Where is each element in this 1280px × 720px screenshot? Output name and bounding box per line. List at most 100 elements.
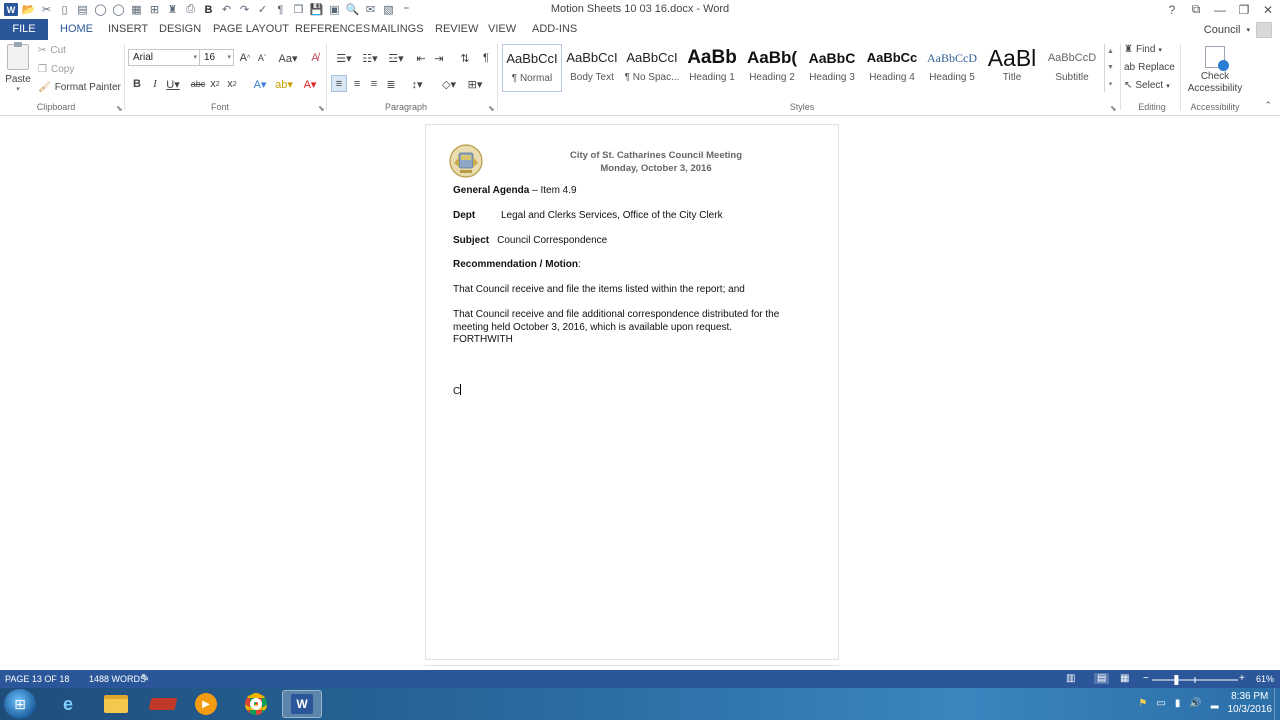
web-layout-icon[interactable]: ▦: [1120, 673, 1129, 684]
zoom-slider-thumb[interactable]: [1174, 675, 1179, 685]
chrome-icon[interactable]: [236, 690, 276, 718]
style-heading-5[interactable]: AaBbCcD Heading 5: [922, 44, 982, 92]
save-as-icon[interactable]: ▣: [327, 3, 342, 17]
select-button[interactable]: ↖ Select ▾: [1124, 80, 1170, 91]
scroll-down-icon[interactable]: ▼: [1107, 64, 1114, 71]
paste-button[interactable]: Paste ▾: [4, 42, 32, 93]
decrease-indent-icon[interactable]: ⇤: [414, 50, 428, 66]
pilcrow-icon[interactable]: ¶: [273, 3, 288, 17]
clear-formatting-icon[interactable]: A̸: [308, 50, 322, 66]
style-body-text[interactable]: AaBbCcI Body Text: [562, 44, 622, 92]
tab-add-ins[interactable]: ADD-INS: [532, 19, 577, 40]
style-normal[interactable]: AaBbCcI ¶ Normal: [502, 44, 562, 92]
redo-icon[interactable]: ↷: [237, 3, 252, 17]
clock[interactable]: 8:36 PM 10/3/2016: [1228, 690, 1273, 716]
format-painter-button[interactable]: 🖌 Format Painter: [38, 82, 121, 93]
superscript-icon[interactable]: x2: [226, 76, 238, 92]
subscript-icon[interactable]: x2: [209, 76, 221, 92]
restore-button[interactable]: ❐: [1232, 0, 1256, 19]
binoculars-icon[interactable]: ♜: [165, 3, 180, 17]
stapler-icon[interactable]: [143, 690, 183, 718]
minimize-button[interactable]: —: [1208, 0, 1232, 19]
highlight-icon[interactable]: ab▾: [274, 76, 294, 92]
battery-icon[interactable]: ▮: [1175, 698, 1181, 709]
font-name-box[interactable]: Arial ▾: [128, 49, 200, 66]
word-logo-icon[interactable]: W: [4, 3, 18, 16]
style-heading-2[interactable]: AaBb( Heading 2: [742, 44, 802, 92]
signal-icon[interactable]: ▂: [1211, 698, 1219, 709]
text-effects-icon[interactable]: A▾: [250, 76, 270, 92]
internet-explorer-icon[interactable]: e: [48, 690, 88, 718]
flag-icon[interactable]: ⚑: [1138, 698, 1147, 709]
tab-file[interactable]: FILE: [0, 19, 48, 40]
tab-view[interactable]: VIEW: [488, 19, 516, 40]
styles-launcher-icon[interactable]: ⬊: [1110, 104, 1117, 113]
tab-insert[interactable]: INSERT: [108, 19, 148, 40]
more-styles-icon[interactable]: ▾: [1109, 80, 1113, 88]
print-preview-icon[interactable]: 🔍: [345, 3, 360, 17]
zoom-slider[interactable]: [1152, 675, 1238, 685]
style-heading-1[interactable]: AaBb Heading 1: [682, 44, 742, 92]
network-icon[interactable]: ▭: [1156, 698, 1165, 709]
help-button[interactable]: ?: [1160, 0, 1184, 19]
justify-icon[interactable]: ≣: [384, 76, 398, 92]
circle-2-icon[interactable]: ◯: [111, 3, 126, 17]
check-icon[interactable]: ✓: [255, 3, 270, 17]
underline-icon[interactable]: U▾: [165, 76, 181, 92]
tab-page-layout[interactable]: PAGE LAYOUT: [213, 19, 289, 40]
font-launcher-icon[interactable]: ⬊: [318, 104, 325, 113]
pdf-icon[interactable]: ▧: [381, 3, 396, 17]
windows-start-icon[interactable]: ⊞: [4, 689, 36, 719]
print-layout-icon[interactable]: ▤: [1094, 673, 1110, 684]
style-title[interactable]: AaBl Title: [982, 44, 1042, 92]
styles-scroll[interactable]: ▲ ▼ ▾: [1104, 44, 1116, 92]
copy-icon[interactable]: ❐: [291, 3, 306, 17]
borders-icon[interactable]: ⊞: [147, 3, 162, 17]
show-desktop-button[interactable]: [1274, 688, 1280, 720]
open-folder-icon[interactable]: 📂: [21, 3, 36, 17]
undo-icon[interactable]: ↶: [219, 3, 234, 17]
find-button[interactable]: ♜ Find ▾: [1124, 44, 1162, 55]
grow-font-icon[interactable]: A ^: [238, 50, 252, 66]
increase-indent-icon[interactable]: ⇥: [432, 50, 446, 66]
multilevel-list-icon[interactable]: ☲▾: [384, 50, 408, 66]
borders-icon[interactable]: ⊞▾: [464, 76, 486, 92]
align-right-icon[interactable]: ≡: [367, 76, 381, 92]
style-subtitle[interactable]: AaBbCcD Subtitle: [1042, 44, 1102, 92]
volume-icon[interactable]: 🔊: [1189, 698, 1201, 709]
cut-button[interactable]: ✂ Cut: [38, 45, 66, 56]
zoom-percentage[interactable]: 61%: [1256, 674, 1274, 684]
font-color-icon[interactable]: A▾: [300, 76, 320, 92]
zoom-out-icon[interactable]: −: [1143, 673, 1149, 684]
paste-icon[interactable]: ▤: [75, 3, 90, 17]
tab-design[interactable]: DESIGN: [159, 19, 201, 40]
table-icon[interactable]: ▦: [129, 3, 144, 17]
bold-icon[interactable]: B: [201, 3, 216, 17]
customize-qat-icon[interactable]: ⁼: [399, 3, 414, 17]
close-button[interactable]: ✕: [1256, 0, 1280, 19]
clipboard-launcher-icon[interactable]: ⬊: [116, 104, 123, 113]
show-formatting-icon[interactable]: ¶: [480, 50, 492, 66]
font-size-box[interactable]: 16 ▾: [199, 49, 234, 66]
style-heading-4[interactable]: AaBbCc Heading 4: [862, 44, 922, 92]
line-spacing-icon[interactable]: ↕▾: [406, 76, 428, 92]
tools-icon[interactable]: ✂: [39, 3, 54, 17]
document-page[interactable]: City of St. Catharines Council Meeting M…: [425, 124, 839, 660]
bullets-icon[interactable]: ☰▾: [332, 50, 356, 66]
align-left-icon[interactable]: ≡: [331, 75, 347, 92]
tab-home[interactable]: HOME: [60, 19, 93, 40]
shrink-font-icon[interactable]: Aˇ: [255, 50, 269, 66]
account-menu[interactable]: Council ▾: [1204, 22, 1272, 38]
bold-icon[interactable]: B: [131, 76, 143, 92]
style-no-spacing[interactable]: AaBbCcI ¶ No Spac...: [622, 44, 682, 92]
align-center-icon[interactable]: ≡: [350, 76, 364, 92]
strikethrough-icon[interactable]: abc: [189, 76, 207, 92]
read-mode-icon[interactable]: ▥: [1066, 673, 1075, 684]
italic-icon[interactable]: I: [149, 76, 161, 92]
proofing-icon[interactable]: ✎: [141, 673, 149, 684]
paragraph-launcher-icon[interactable]: ⬊: [488, 104, 495, 113]
tab-references[interactable]: REFERENCES: [295, 19, 370, 40]
shading-icon[interactable]: ◇▾: [438, 76, 460, 92]
replace-button[interactable]: ab Replace: [1124, 62, 1175, 73]
email-icon[interactable]: ✉: [363, 3, 378, 17]
